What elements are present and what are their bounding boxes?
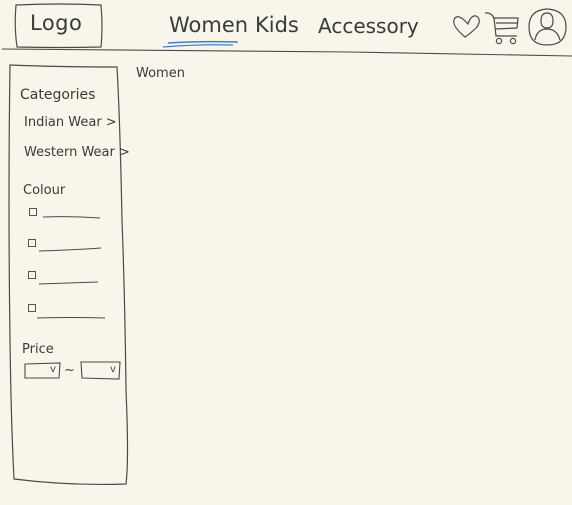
cart-button[interactable] bbox=[484, 10, 522, 46]
category-western-wear[interactable]: Western Wear > bbox=[24, 145, 130, 160]
colour-checkbox-2[interactable] bbox=[28, 239, 36, 247]
colour-line-1 bbox=[42, 216, 101, 219]
colour-heading: Colour bbox=[23, 183, 66, 198]
active-tab-underline bbox=[167, 40, 239, 44]
account-button[interactable] bbox=[527, 7, 569, 49]
colour-line-3 bbox=[38, 281, 99, 285]
price-range-separator: ~ bbox=[64, 363, 75, 378]
price-max-select[interactable]: v bbox=[81, 362, 120, 379]
chevron-down-icon: v bbox=[50, 364, 56, 375]
header-divider bbox=[1, 48, 572, 57]
sketch-outlines bbox=[1, 3, 572, 486]
page-title: Women bbox=[136, 66, 185, 81]
chevron-down-icon: v bbox=[110, 364, 116, 375]
colour-checkbox-4[interactable] bbox=[28, 304, 36, 312]
colour-line-4 bbox=[36, 317, 106, 319]
colour-checkbox-1[interactable] bbox=[29, 208, 37, 216]
price-min-select[interactable]: v bbox=[25, 363, 61, 379]
categories-heading: Categories bbox=[20, 87, 96, 103]
nav-tab-kids[interactable]: Kids bbox=[255, 13, 299, 37]
wishlist-button[interactable] bbox=[450, 10, 484, 42]
nav-tab-accessory[interactable]: Accessory bbox=[318, 14, 419, 38]
category-indian-wear[interactable]: Indian Wear > bbox=[24, 115, 117, 130]
colour-line-2 bbox=[38, 247, 102, 252]
nav-tab-women[interactable]: Women bbox=[169, 13, 248, 37]
price-heading: Price bbox=[22, 342, 54, 357]
colour-checkbox-3[interactable] bbox=[28, 271, 36, 279]
logo[interactable]: Logo bbox=[30, 11, 82, 35]
